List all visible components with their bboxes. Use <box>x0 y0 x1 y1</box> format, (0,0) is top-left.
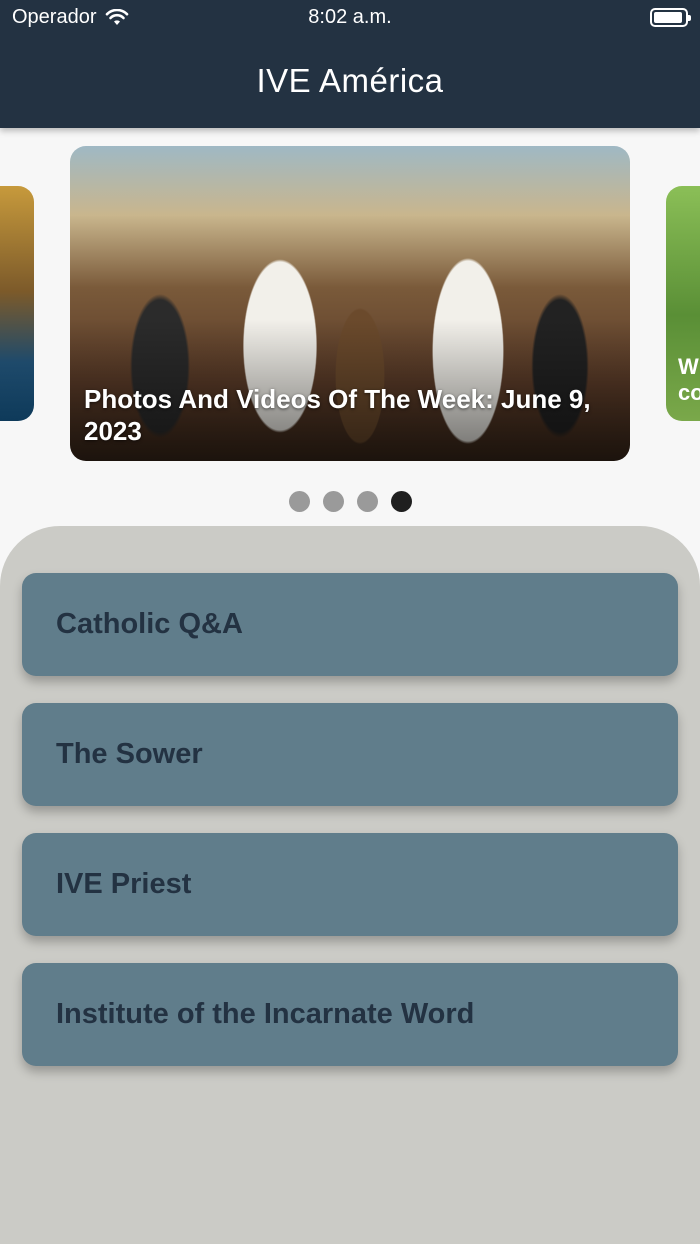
pagination-dot[interactable] <box>288 491 310 512</box>
menu-item-catholic-qa[interactable]: Catholic Q&A <box>22 573 678 676</box>
menu-item-the-sower[interactable]: The Sower <box>22 703 678 806</box>
menu-item-label: The Sower <box>56 738 203 770</box>
pagination-dot[interactable] <box>322 491 344 512</box>
menu-item-label: Institute of the Incarnate Word <box>56 998 475 1030</box>
pagination-dot-active[interactable] <box>390 491 412 512</box>
status-bar: Operador 8:02 a.m. <box>0 0 700 36</box>
menu-item-ive-priest[interactable]: IVE Priest <box>22 833 678 936</box>
slide-caption-next: W co <box>678 354 700 405</box>
carousel-pagination <box>0 491 700 512</box>
pagination-dot[interactable] <box>356 491 378 512</box>
menu-item-institute-incarnate-word[interactable]: Institute of the Incarnate Word <box>22 963 678 1066</box>
page-title: IVE América <box>256 62 444 99</box>
menu-panel: Catholic Q&A The Sower IVE Priest Instit… <box>0 526 700 1244</box>
menu-item-label: IVE Priest <box>56 868 192 900</box>
carousel-slide-current[interactable]: Photos And Videos Of The Week: June 9, 2… <box>70 146 630 461</box>
carousel-slide-previous[interactable] <box>0 186 34 421</box>
battery-icon <box>650 8 691 27</box>
slide-caption: Photos And Videos Of The Week: June 9, 2… <box>84 384 591 446</box>
status-time: 8:02 a.m. <box>308 6 392 28</box>
news-carousel[interactable]: Photos And Videos Of The Week: June 9, 2… <box>0 128 700 528</box>
app-header: Operador 8:02 a.m. IVE América <box>0 0 700 128</box>
menu-item-label: Catholic Q&A <box>56 608 243 640</box>
carousel-slide-next[interactable]: W co <box>666 186 700 421</box>
